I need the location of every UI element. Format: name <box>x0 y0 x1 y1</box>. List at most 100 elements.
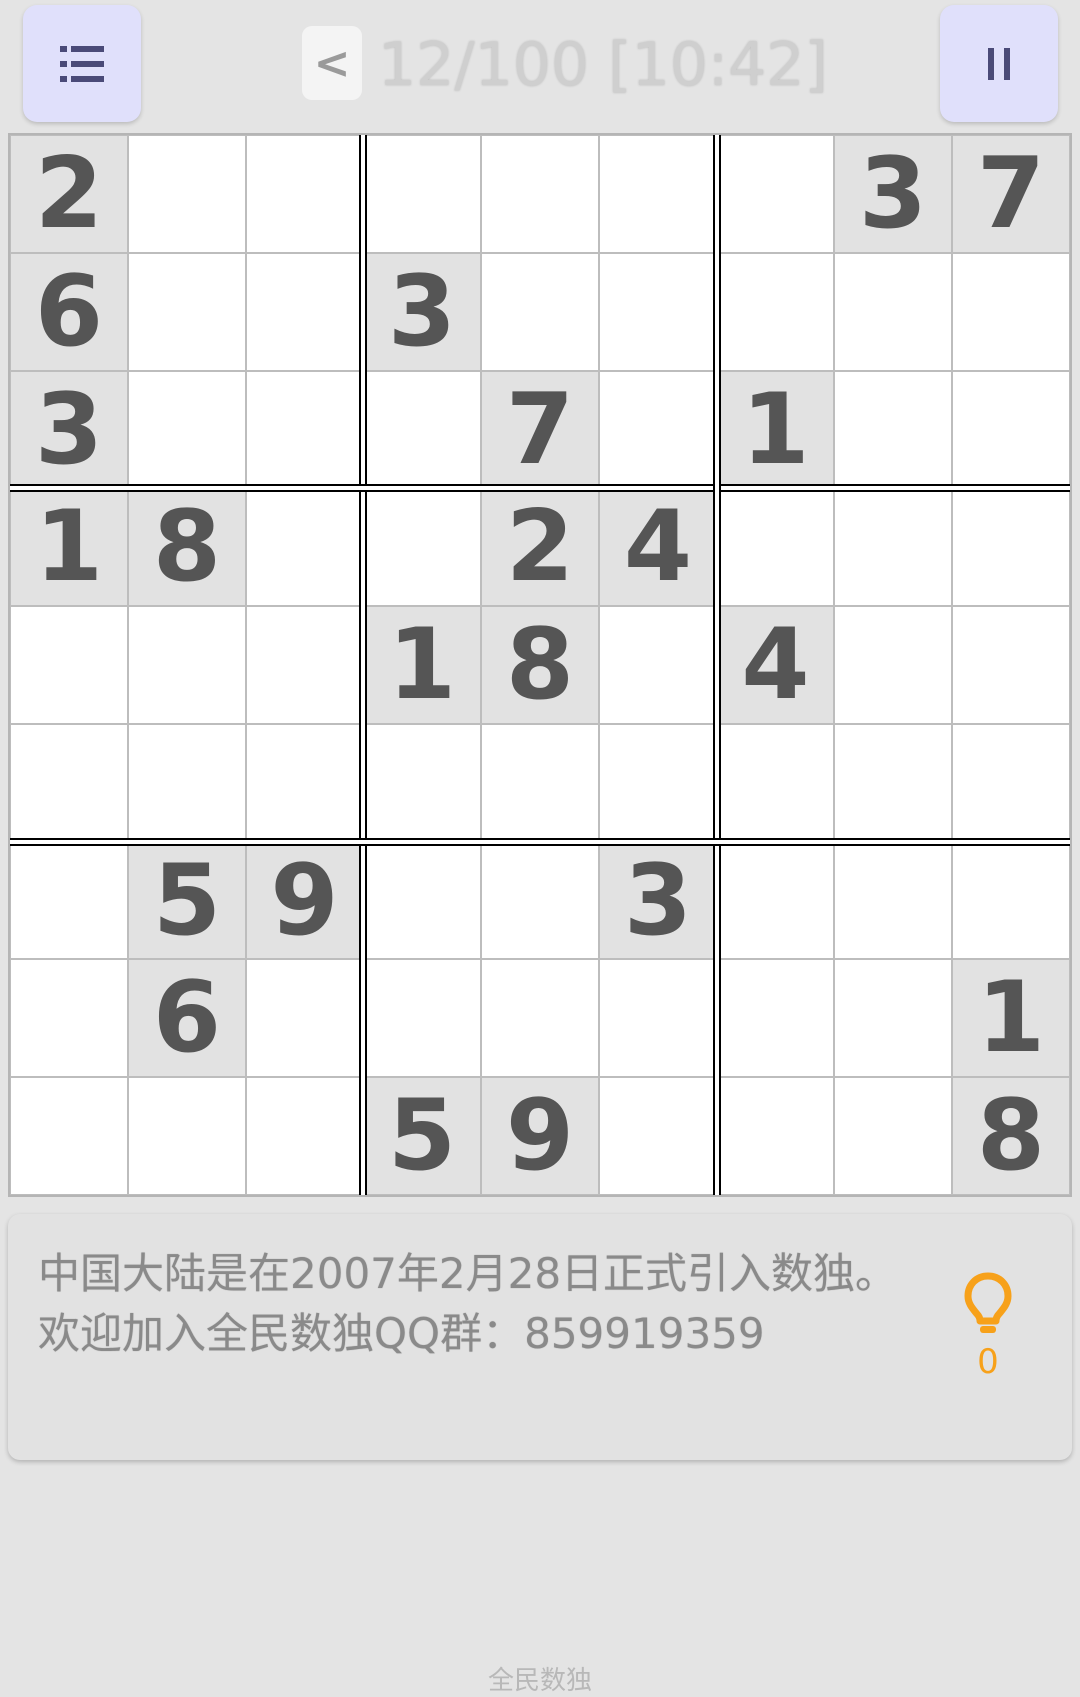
back-button[interactable]: < <box>302 26 362 100</box>
sudoku-cell[interactable] <box>481 842 599 959</box>
sudoku-cell[interactable] <box>717 135 834 253</box>
info-text: 中国大陆是在2007年2月28日正式引入数独。 欢迎加入全民数独QQ群：8599… <box>38 1244 918 1364</box>
sudoku-cell[interactable]: 9 <box>246 842 363 959</box>
sudoku-cell[interactable]: 2 <box>481 488 599 606</box>
sudoku-cell[interactable] <box>599 371 717 488</box>
sudoku-cell[interactable] <box>952 724 1070 842</box>
sudoku-cell[interactable] <box>834 488 952 606</box>
sudoku-cell[interactable] <box>599 959 717 1077</box>
sudoku-cell[interactable] <box>128 724 246 842</box>
sudoku-cell[interactable] <box>363 842 481 959</box>
sudoku-cell[interactable] <box>128 135 246 253</box>
sudoku-cell[interactable] <box>599 606 717 724</box>
sudoku-cell[interactable] <box>363 959 481 1077</box>
sudoku-cell[interactable] <box>599 724 717 842</box>
sudoku-cell[interactable] <box>599 135 717 253</box>
sudoku-cell[interactable]: 3 <box>599 842 717 959</box>
sudoku-cell[interactable] <box>717 1077 834 1195</box>
sudoku-cell[interactable] <box>834 606 952 724</box>
sudoku-cell[interactable] <box>717 724 834 842</box>
sudoku-cell[interactable]: 1 <box>717 371 834 488</box>
sudoku-cell[interactable] <box>10 1077 128 1195</box>
sudoku-cell[interactable]: 7 <box>952 135 1070 253</box>
sudoku-cell[interactable] <box>363 488 481 606</box>
sudoku-cell[interactable]: 1 <box>10 488 128 606</box>
sudoku-cell[interactable]: 8 <box>481 606 599 724</box>
sudoku-cell[interactable] <box>246 959 363 1077</box>
box-divider-horizontal <box>10 838 1070 846</box>
sudoku-cell[interactable] <box>481 959 599 1077</box>
sudoku-cell[interactable] <box>128 253 246 371</box>
hint-button[interactable]: 0 <box>948 1272 1028 1382</box>
sudoku-cell[interactable] <box>834 253 952 371</box>
sudoku-cell[interactable]: 4 <box>717 606 834 724</box>
sudoku-cell[interactable]: 8 <box>128 488 246 606</box>
sudoku-cell[interactable] <box>246 135 363 253</box>
box-divider-vertical <box>713 135 721 1195</box>
sudoku-cell[interactable]: 3 <box>10 371 128 488</box>
sudoku-cell[interactable] <box>834 842 952 959</box>
sudoku-cell[interactable] <box>952 371 1070 488</box>
sudoku-cell[interactable] <box>10 606 128 724</box>
menu-button[interactable] <box>23 5 141 122</box>
info-qq-group: 欢迎加入全民数独QQ群：859919359 <box>38 1309 765 1358</box>
sudoku-cell[interactable]: 6 <box>128 959 246 1077</box>
sudoku-cell[interactable]: 3 <box>363 253 481 371</box>
sudoku-cell[interactable] <box>952 842 1070 959</box>
box-divider-horizontal <box>10 484 1070 492</box>
sudoku-cell[interactable] <box>10 724 128 842</box>
footer-app-name: 全民数独 <box>487 1666 592 1696</box>
sudoku-cell[interactable] <box>128 606 246 724</box>
sudoku-cell[interactable] <box>717 488 834 606</box>
sudoku-cell[interactable]: 2 <box>10 135 128 253</box>
list-icon <box>60 45 104 82</box>
info-fact: 中国大陆是在2007年2月28日正式引入数独。 <box>38 1249 898 1298</box>
sudoku-cell[interactable] <box>246 488 363 606</box>
sudoku-board: 23763371182418459361598 <box>8 133 1072 1197</box>
info-panel: 中国大陆是在2007年2月28日正式引入数独。 欢迎加入全民数独QQ群：8599… <box>8 1214 1072 1460</box>
sudoku-cell[interactable] <box>717 253 834 371</box>
pause-button[interactable] <box>940 5 1058 122</box>
sudoku-cell[interactable] <box>834 371 952 488</box>
sudoku-cell[interactable] <box>363 135 481 253</box>
sudoku-cell[interactable]: 1 <box>952 959 1070 1077</box>
sudoku-cell[interactable] <box>246 1077 363 1195</box>
sudoku-cell[interactable]: 3 <box>834 135 952 253</box>
sudoku-cell[interactable]: 5 <box>128 842 246 959</box>
sudoku-cell[interactable] <box>10 842 128 959</box>
pause-icon <box>988 47 1010 80</box>
sudoku-cell[interactable] <box>481 724 599 842</box>
sudoku-cell[interactable]: 5 <box>363 1077 481 1195</box>
sudoku-cell[interactable] <box>599 1077 717 1195</box>
sudoku-cell[interactable] <box>246 606 363 724</box>
lightbulb-icon <box>964 1272 1012 1333</box>
sudoku-cell[interactable] <box>717 842 834 959</box>
sudoku-cell[interactable] <box>717 959 834 1077</box>
level-timer-title: 12/100 [10:42] <box>378 30 828 100</box>
hint-count: 0 <box>977 1342 999 1382</box>
sudoku-cell[interactable]: 6 <box>10 253 128 371</box>
sudoku-cell[interactable] <box>246 371 363 488</box>
sudoku-cell[interactable]: 7 <box>481 371 599 488</box>
sudoku-cell[interactable] <box>128 1077 246 1195</box>
sudoku-cell[interactable] <box>952 606 1070 724</box>
sudoku-cell[interactable] <box>363 724 481 842</box>
sudoku-cell[interactable] <box>834 959 952 1077</box>
sudoku-cell[interactable]: 1 <box>363 606 481 724</box>
sudoku-cell[interactable] <box>128 371 246 488</box>
box-divider-vertical <box>359 135 367 1195</box>
sudoku-cell[interactable] <box>599 253 717 371</box>
sudoku-cell[interactable] <box>834 724 952 842</box>
sudoku-cell[interactable] <box>246 724 363 842</box>
sudoku-cell[interactable] <box>481 135 599 253</box>
sudoku-cell[interactable] <box>952 488 1070 606</box>
sudoku-cell[interactable] <box>10 959 128 1077</box>
sudoku-cell[interactable] <box>952 253 1070 371</box>
sudoku-cell[interactable] <box>363 371 481 488</box>
sudoku-cell[interactable]: 9 <box>481 1077 599 1195</box>
sudoku-cell[interactable] <box>834 1077 952 1195</box>
sudoku-cell[interactable] <box>246 253 363 371</box>
sudoku-cell[interactable] <box>481 253 599 371</box>
sudoku-cell[interactable]: 4 <box>599 488 717 606</box>
sudoku-cell[interactable]: 8 <box>952 1077 1070 1195</box>
